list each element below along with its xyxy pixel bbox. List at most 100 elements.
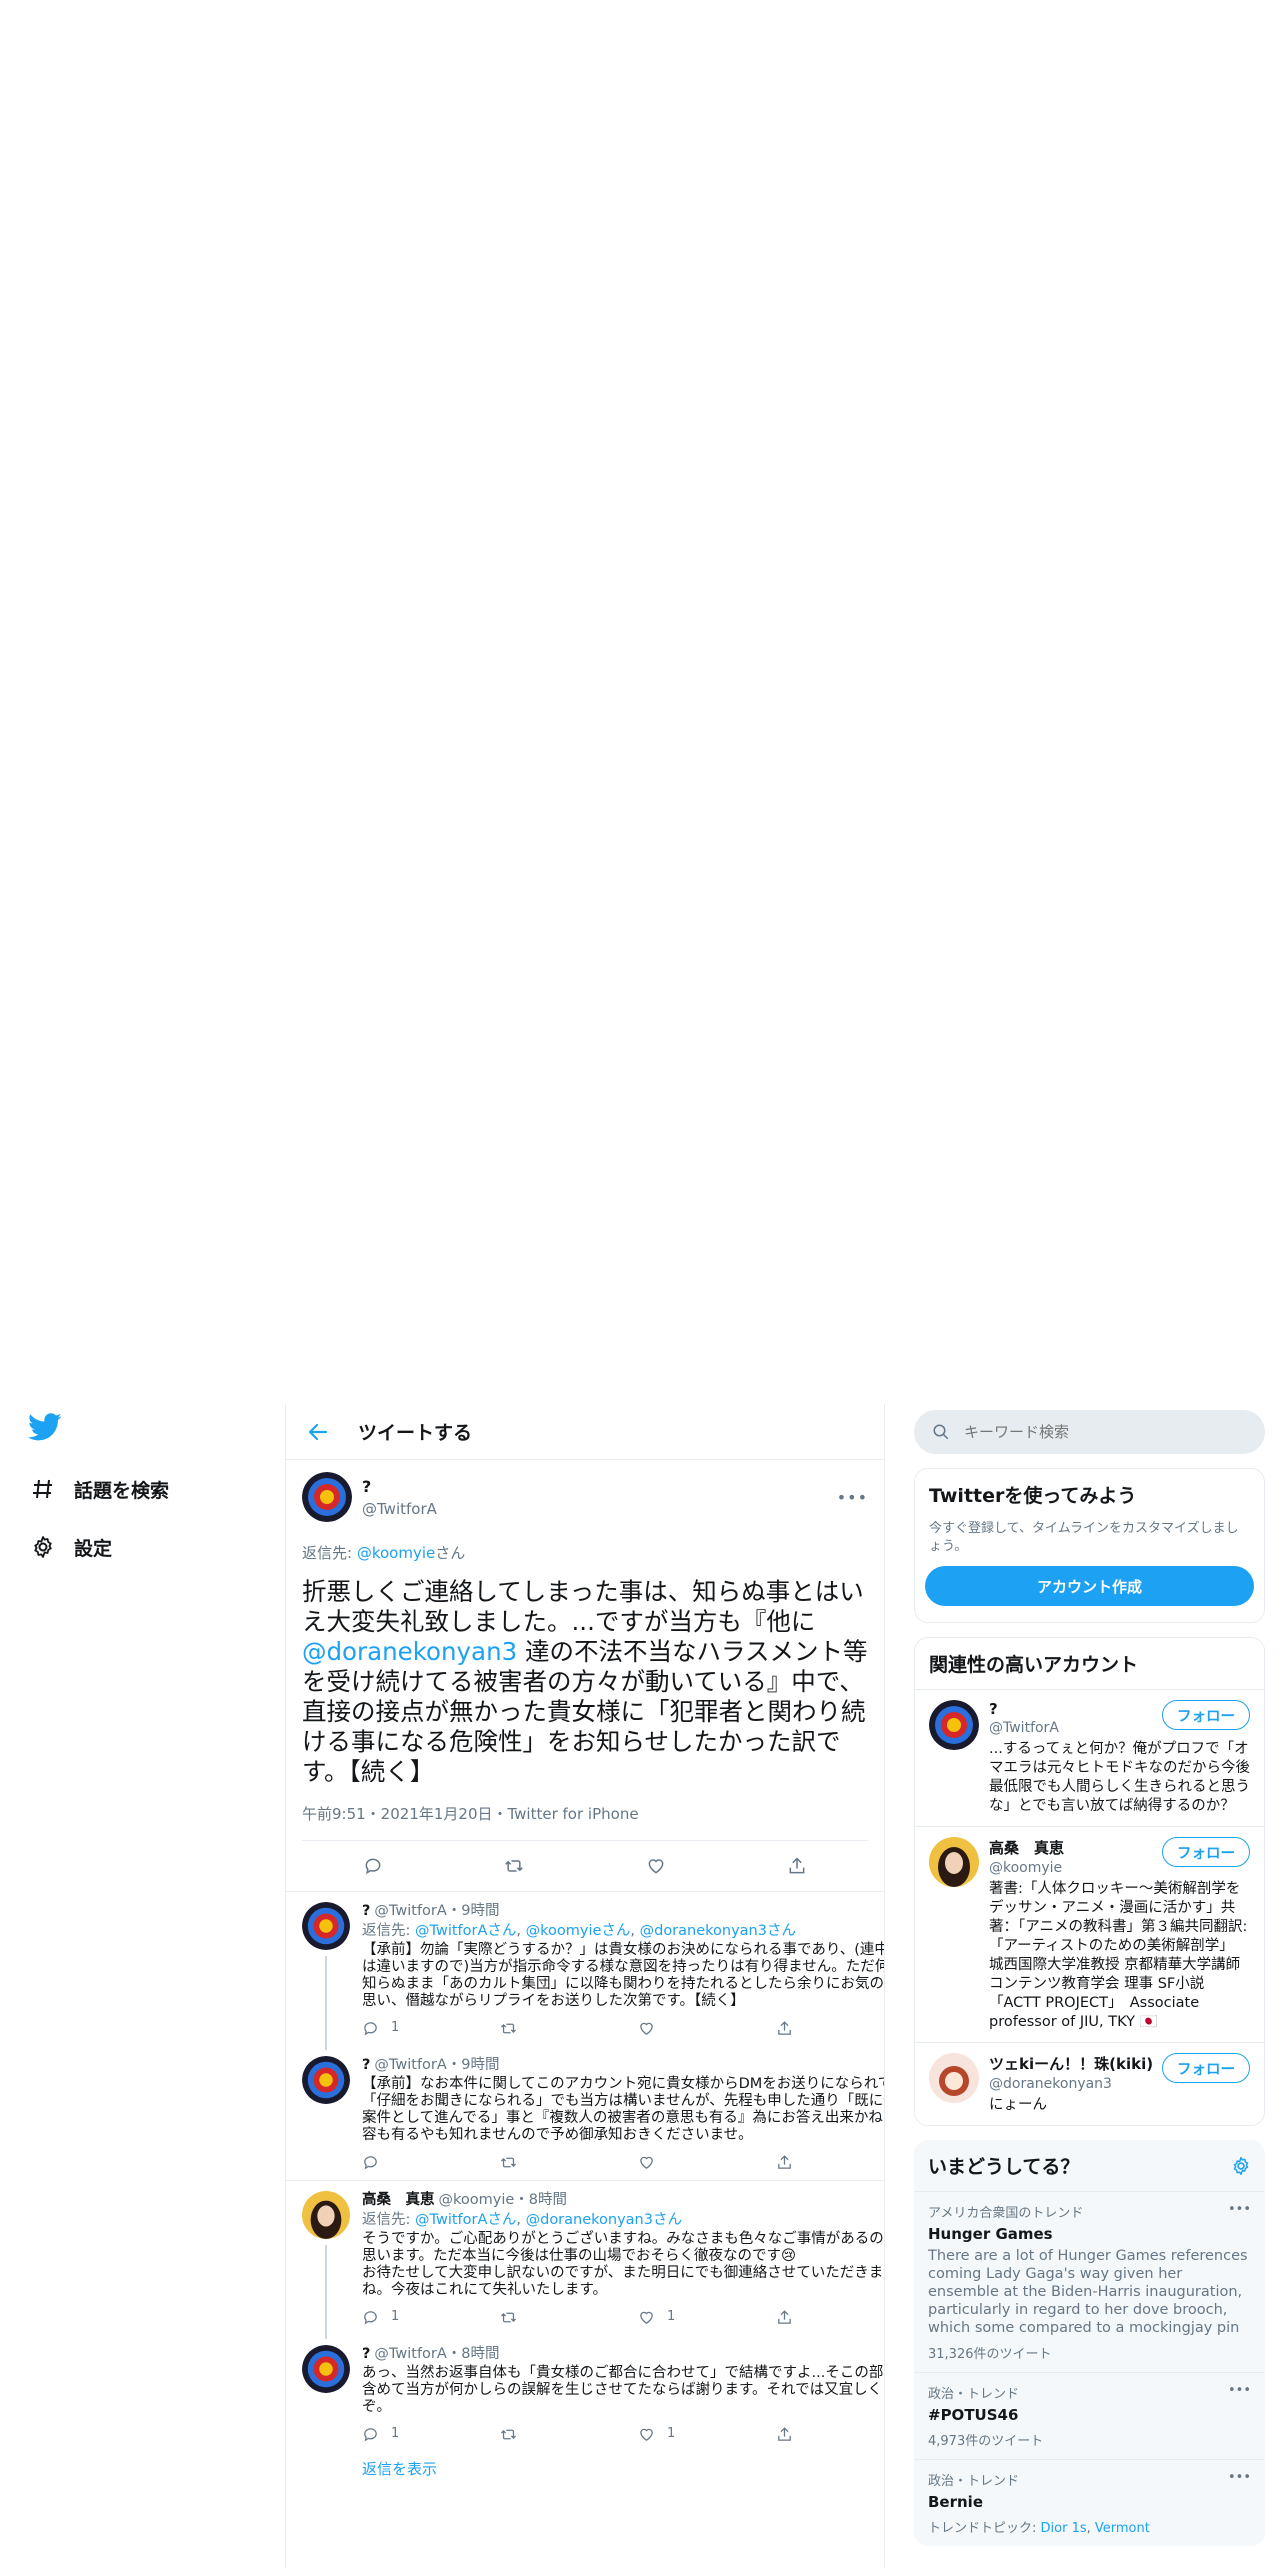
tweet-actions: 1 1 xyxy=(362,2424,884,2444)
reply-to-link[interactable]: @koomyie xyxy=(357,1544,435,1562)
trend-item[interactable]: アメリカ合衆国のトレンド ••• Hunger Games There are a… xyxy=(914,2191,1265,2372)
create-account-button[interactable]: アカウント作成 xyxy=(925,1566,1254,1606)
heart-icon xyxy=(640,2156,653,2169)
tweet-actions: 1 xyxy=(362,2018,884,2038)
avatar[interactable] xyxy=(302,2191,350,2239)
reply-to-link[interactable]: @doranekonyan3さん xyxy=(640,1923,796,1939)
author-handle[interactable]: @koomyie xyxy=(439,2191,515,2209)
tweet-time[interactable]: ・9時間 xyxy=(447,2056,500,2074)
nav-item-settings[interactable]: 設定 xyxy=(28,1518,268,1576)
more-options-icon[interactable]: ••• xyxy=(1228,2202,1251,2221)
author-handle[interactable]: @TwitforA xyxy=(362,1500,437,1518)
retweet-button[interactable] xyxy=(500,2018,638,2038)
author-handle[interactable]: @TwitforA xyxy=(374,1902,446,1920)
reply-button[interactable]: 1 xyxy=(362,2018,500,2038)
tweet-time[interactable]: ・8時間 xyxy=(447,2345,500,2363)
more-options-icon[interactable]: ••• xyxy=(883,2056,884,2074)
account-name[interactable]: ? xyxy=(989,1700,1059,1718)
like-button[interactable] xyxy=(638,2152,776,2172)
account-item[interactable]: 高桑 真恵 @koomyie フォロー 著書:「人体クロッキー〜美術解剖学をデッ… xyxy=(915,1826,1264,2042)
page-title: ツイートする xyxy=(358,1422,473,1444)
author-name[interactable]: ? xyxy=(362,1477,437,1496)
account-handle[interactable]: @doranekonyan3 xyxy=(989,2076,1153,2092)
follow-button[interactable]: フォロー xyxy=(1162,1700,1250,1730)
more-options-icon[interactable]: ••• xyxy=(1228,2470,1251,2489)
tweet-actions xyxy=(302,1841,868,1891)
mention-link[interactable]: @doranekonyan3 xyxy=(302,1637,517,1666)
avatar[interactable] xyxy=(302,1902,350,1950)
account-handle[interactable]: @TwitforA xyxy=(989,1720,1059,1736)
trend-title: #POTUS46 xyxy=(928,2406,1019,2424)
more-options-icon[interactable]: ••• xyxy=(883,2191,884,2209)
trend-item[interactable]: 政治・トレンド ••• #POTUS46 4,973件のツイート xyxy=(914,2372,1265,2459)
reply-button[interactable] xyxy=(362,2152,500,2172)
search-input[interactable] xyxy=(964,1423,1224,1441)
share-button[interactable] xyxy=(776,2152,884,2172)
more-options-icon[interactable]: ••• xyxy=(837,1488,868,1507)
account-handle[interactable]: @koomyie xyxy=(989,1860,1064,1876)
author-name[interactable]: ? xyxy=(362,2056,370,2074)
reply-button[interactable] xyxy=(363,1856,383,1876)
reply-tweet[interactable]: ?@TwitforA・8時間 ••• あっ、当然お返事自体も「貴女様のご都合に合わ… xyxy=(286,2335,884,2452)
like-button[interactable]: 1 xyxy=(638,2307,776,2327)
heart-icon xyxy=(640,2311,653,2324)
like-button[interactable] xyxy=(638,2018,776,2038)
trend-item[interactable]: 政治・トレンド ••• Bernie トレンドトピック: Dior 1s, Ver… xyxy=(914,2459,1265,2546)
reply-tweet[interactable]: 高桑 真恵@koomyie・8時間 ••• 返信先: @TwitforAさん, @… xyxy=(286,2181,884,2339)
reply-to-link[interactable]: @koomyieさん xyxy=(526,1923,631,1939)
account-item[interactable]: ツェkiーん！！珠(kiki) @doranekonyan3 フォロー にょーん xyxy=(915,2042,1264,2125)
tweet-timestamp[interactable]: 午前9:51・2021年1月20日・Twitter for iPhone xyxy=(302,1803,868,1841)
reply-to-link[interactable]: @TwitforAさん xyxy=(415,1923,516,1939)
share-button[interactable] xyxy=(776,2307,884,2327)
retweet-button[interactable] xyxy=(500,2424,638,2444)
topic-link[interactable]: Vermont xyxy=(1095,2521,1150,2536)
author-name[interactable]: ? xyxy=(362,2345,370,2363)
avatar[interactable] xyxy=(929,1700,979,1750)
author-handle[interactable]: @TwitforA xyxy=(374,2345,446,2363)
tweet-text: 【承前】勿論「実際どうするか？」は貴女様のお決めになられる事であり、(連中とは違… xyxy=(362,1942,885,2009)
share-button[interactable] xyxy=(776,2018,884,2038)
search-bar[interactable] xyxy=(914,1410,1265,1454)
author-name[interactable]: ? xyxy=(362,1902,370,1920)
tweet-time[interactable]: ・9時間 xyxy=(447,1902,500,1920)
author-handle[interactable]: @TwitforA xyxy=(374,2056,446,2074)
back-arrow-icon[interactable] xyxy=(306,1420,330,1444)
more-options-icon[interactable]: ••• xyxy=(1228,2383,1251,2402)
like-button[interactable]: 1 xyxy=(638,2424,776,2444)
right-sidebar: Twitterを使ってみよう 今すぐ登録して、タイムラインをカスタマイズしましょ… xyxy=(914,1410,1265,2546)
account-name[interactable]: ツェkiーん！！珠(kiki) xyxy=(989,2053,1153,2074)
reply-to-line: 返信先: @koomyieさん xyxy=(302,1544,466,1562)
reply-to-link[interactable]: @doranekonyan3さん xyxy=(526,2212,682,2228)
follow-button[interactable]: フォロー xyxy=(1162,1837,1250,1867)
topic-link[interactable]: Dior 1s xyxy=(1041,2521,1087,2536)
share-icon xyxy=(778,2020,791,2035)
twitter-logo-icon[interactable] xyxy=(28,1410,62,1444)
retweet-button[interactable] xyxy=(500,2152,638,2172)
share-button[interactable] xyxy=(787,1856,807,1876)
reply-button[interactable]: 1 xyxy=(362,2424,500,2444)
share-button[interactable] xyxy=(776,2424,884,2444)
avatar[interactable] xyxy=(302,2345,350,2393)
avatar[interactable] xyxy=(302,2056,350,2104)
reply-button[interactable]: 1 xyxy=(362,2307,500,2327)
nav-item-explore[interactable]: 話題を検索 xyxy=(28,1460,268,1518)
reply-tweet[interactable]: ?@TwitforA・9時間 ••• 【承前】なお本件に関してこのアカウント宛に貴… xyxy=(286,2046,884,2181)
reply-to-link[interactable]: @TwitforAさん xyxy=(415,2212,516,2228)
author-name[interactable]: 高桑 真恵 xyxy=(362,2191,435,2209)
retweet-button[interactable] xyxy=(504,1856,524,1876)
settings-gear-icon[interactable] xyxy=(1231,2156,1251,2176)
avatar[interactable] xyxy=(302,1472,352,1522)
retweet-button[interactable] xyxy=(500,2307,638,2327)
account-item[interactable]: ? @TwitforA フォロー ...するってぇと何か？俺がプロフで「オマエラ… xyxy=(915,1689,1264,1826)
account-name[interactable]: 高桑 真恵 xyxy=(989,1837,1064,1858)
avatar[interactable] xyxy=(929,2053,979,2103)
follow-button[interactable]: フォロー xyxy=(1162,2053,1250,2083)
reply-tweet[interactable]: ?@TwitforA・9時間 ••• 返信先: @TwitforAさん, @koo… xyxy=(286,1892,885,2050)
more-options-icon[interactable]: ••• xyxy=(883,1902,884,1920)
avatar[interactable] xyxy=(929,1837,979,1887)
tweet-time[interactable]: ・8時間 xyxy=(514,2191,567,2209)
more-options-icon[interactable]: ••• xyxy=(883,2345,884,2363)
like-button[interactable] xyxy=(646,1856,666,1876)
show-replies-link[interactable]: 返信を表示 xyxy=(286,2458,884,2479)
tweet-actions xyxy=(362,2152,884,2172)
